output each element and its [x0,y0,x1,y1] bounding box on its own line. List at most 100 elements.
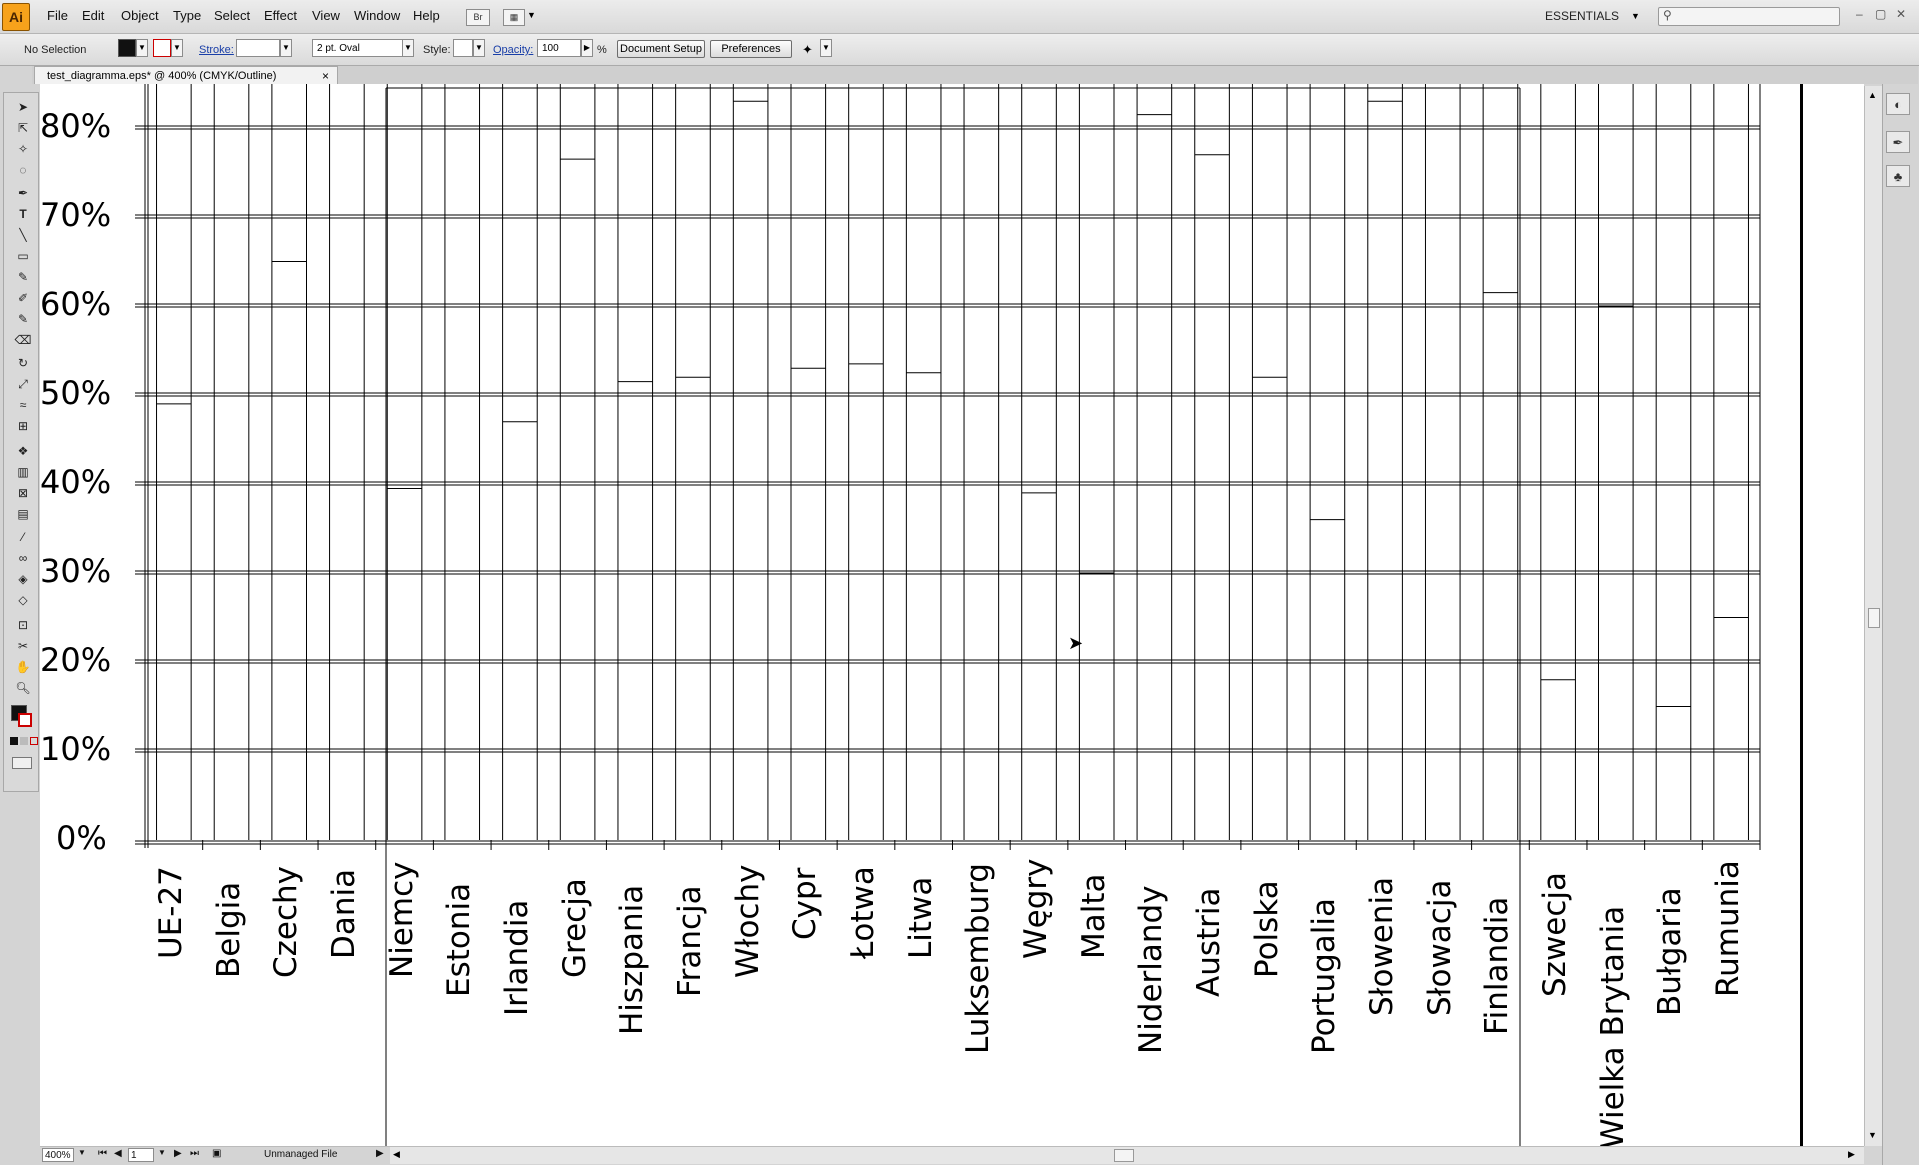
eraser-tool-icon[interactable]: ⌫ [14,332,32,348]
menu-select[interactable]: Select [214,8,250,23]
workspace-switcher[interactable]: ESSENTIALS [1545,9,1619,23]
chevron-down-icon[interactable]: ▼ [158,1148,166,1157]
document-setup-button[interactable]: Document Setup [617,40,705,58]
menu-edit[interactable]: Edit [82,8,104,23]
chevron-right-icon[interactable]: ▶ [581,39,593,57]
pencil-tool-icon[interactable]: ✐ [14,290,32,306]
last-artboard-button[interactable]: ⏭ [190,1148,199,1159]
y-tick-label: 20% [40,641,112,679]
selection-tool-options-icon[interactable]: ✦ [802,42,813,58]
x-tick-label: Włochy [729,864,766,978]
style-swatch[interactable] [453,39,473,57]
document-tab[interactable]: test_diagramma.eps* @ 400% (CMYK/Outline… [34,66,338,84]
horizontal-scroll-thumb[interactable] [1114,1149,1134,1162]
paintbrush-tool-icon[interactable]: ✎ [14,269,32,285]
close-button[interactable]: ✕ [1896,7,1906,21]
menu-object[interactable]: Object [121,8,159,23]
artboard-canvas[interactable]: UE-27 Belgia Czechy Dania Niemcy Estonia Irlan… [40,84,1864,1146]
stroke-label[interactable]: Stroke: [199,44,234,56]
scroll-down-icon[interactable]: ▼ [1868,1130,1877,1140]
gradient-tool-icon[interactable]: ▤ [14,506,32,522]
opacity-label[interactable]: Opacity: [493,44,533,56]
gradient-mode-icon[interactable] [20,737,28,745]
chevron-down-icon[interactable]: ▼ [402,39,414,57]
status-menu-icon[interactable]: ▣ [212,1148,221,1159]
x-tick-label: Finlandia [1479,896,1516,1035]
scroll-left-icon[interactable]: ◀ [393,1149,400,1160]
horizontal-scrollbar[interactable]: ◀ ▶ [390,1146,1864,1164]
chevron-down-icon[interactable]: ▼ [78,1148,86,1157]
status-arrow-icon[interactable]: ▶ [376,1148,384,1159]
mesh-tool-icon[interactable]: ⊠ [14,485,32,501]
first-artboard-button[interactable]: ⏮ [98,1148,107,1159]
direct-selection-tool-icon[interactable]: ⇱ [14,120,32,136]
color-panel-icon[interactable]: ◐ [1886,93,1910,115]
blend-tool-icon[interactable]: ∞ [14,550,32,566]
live-paint-selection-tool-icon[interactable]: ◇ [14,592,32,608]
symbols-panel-icon[interactable]: ♣ [1886,165,1910,187]
y-tick-label: 50% [40,374,112,412]
free-transform-tool-icon[interactable]: ⊞ [14,418,32,434]
none-mode-icon[interactable] [30,737,38,745]
live-paint-tool-icon[interactable]: ◈ [14,571,32,587]
menu-help[interactable]: Help [413,8,440,23]
column-graph-tool-icon[interactable]: ▥ [14,464,32,480]
chevron-down-icon[interactable]: ▼ [136,39,148,57]
zoom-field[interactable]: 400% [42,1148,74,1162]
stroke-swatch[interactable] [153,39,171,57]
menu-file[interactable]: File [47,8,68,23]
line-tool-icon[interactable]: ╲ [14,227,32,243]
rectangle-tool-icon[interactable]: ▭ [14,248,32,264]
brushes-panel-icon[interactable]: ✒ [1886,131,1910,153]
bridge-button[interactable]: Br [466,9,490,26]
vertical-scroll-thumb[interactable] [1868,608,1880,628]
chevron-down-icon[interactable]: ▼ [820,39,832,57]
search-input[interactable]: ⚲ [1658,7,1840,26]
preferences-button[interactable]: Preferences [710,40,792,58]
warp-tool-icon[interactable]: ≈ [14,397,32,413]
scroll-right-icon[interactable]: ▶ [1848,1149,1855,1160]
scale-tool-icon[interactable]: ⤢ [14,376,32,392]
artboard-number-field[interactable]: 1 [128,1148,154,1162]
rotate-tool-icon[interactable]: ↻ [14,355,32,371]
next-artboard-button[interactable]: ▶ [174,1148,182,1159]
color-mode-icon[interactable] [10,737,18,745]
fill-swatch[interactable] [118,39,136,57]
chevron-down-icon[interactable]: ▼ [527,10,536,20]
x-tick-label: UE-27 [152,866,189,959]
menu-window[interactable]: Window [354,8,400,23]
zoom-tool-icon[interactable]: 🔍︎ [14,680,32,696]
brush-field[interactable]: 2 pt. Oval [312,39,408,57]
stroke-weight-field[interactable] [236,39,280,57]
screen-mode-icon[interactable] [12,757,32,769]
type-tool-icon[interactable]: T [14,206,32,222]
pen-tool-icon[interactable]: ✒ [14,185,32,201]
hand-tool-icon[interactable]: ✋ [14,659,32,675]
maximize-button[interactable]: ▢ [1875,7,1886,21]
menu-type[interactable]: Type [173,8,201,23]
chevron-down-icon[interactable]: ▼ [1631,11,1640,21]
arrange-documents-icon[interactable]: ▦ [503,9,525,26]
scroll-up-icon[interactable]: ▲ [1868,90,1877,100]
menu-view[interactable]: View [312,8,340,23]
selection-tool-icon[interactable]: ➤ [14,99,32,115]
x-tick-label: Dania [325,868,362,959]
chevron-down-icon[interactable]: ▼ [280,39,292,57]
vertical-scrollbar[interactable]: ▲ ▼ [1864,86,1882,1146]
previous-artboard-button[interactable]: ◀ [114,1148,122,1159]
menu-effect[interactable]: Effect [264,8,297,23]
opacity-input[interactable]: 100 [537,39,581,57]
stroke-color-icon[interactable] [18,713,32,727]
slice-tool-icon[interactable]: ✂ [14,638,32,654]
close-tab-icon[interactable]: × [322,69,329,83]
chevron-down-icon[interactable]: ▼ [171,39,183,57]
x-tick-label: Hiszpania [614,884,651,1035]
artboard-tool-icon[interactable]: ⊡ [14,617,32,633]
magic-wand-tool-icon[interactable]: ✧ [14,141,32,157]
lasso-tool-icon[interactable]: ◌ [14,162,32,178]
symbol-sprayer-tool-icon[interactable]: ❖ [14,443,32,459]
eyedropper-tool-icon[interactable]: ⁄ [14,529,32,545]
chevron-down-icon[interactable]: ▼ [473,39,485,57]
minimize-button[interactable]: – [1856,7,1863,21]
blob-brush-tool-icon[interactable]: ✎ [14,311,32,327]
